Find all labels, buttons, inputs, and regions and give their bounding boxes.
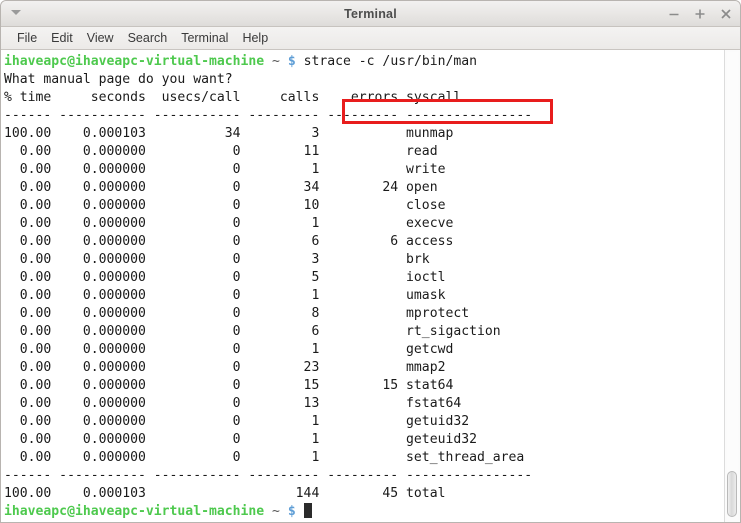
menu-item-terminal[interactable]: Terminal bbox=[174, 29, 235, 47]
table-total-row: 100.00 0.000103 144 45 total bbox=[4, 486, 446, 501]
table-row: 0.00 0.000000 0 13 fstat64 bbox=[4, 396, 462, 411]
table-row: 0.00 0.000000 0 1 geteuid32 bbox=[4, 432, 477, 447]
menu-item-file[interactable]: File bbox=[10, 29, 44, 47]
table-row: 0.00 0.000000 0 11 read bbox=[4, 144, 438, 159]
typed-command: strace -c /usr/bin/man bbox=[295, 54, 478, 69]
terminal-line-final-prompt: ihaveapc@ihaveapc-virtual-machine ~ $ bbox=[4, 503, 724, 521]
menu-item-search[interactable]: Search bbox=[121, 29, 175, 47]
scrollbar-trough[interactable] bbox=[727, 52, 738, 520]
close-icon[interactable] bbox=[718, 6, 734, 22]
prompt-symbol: $ bbox=[279, 54, 296, 69]
scrollbar-thumb[interactable] bbox=[727, 471, 737, 517]
menu-item-help[interactable]: Help bbox=[235, 29, 275, 47]
table-row: 100.00 0.000103 34 3 munmap bbox=[4, 126, 454, 141]
table-row: 0.00 0.000000 0 1 set_thread_area bbox=[4, 450, 525, 465]
table-separator-top: ------ ----------- ----------- ---------… bbox=[4, 108, 533, 123]
table-row: 0.00 0.000000 0 1 getcwd bbox=[4, 342, 454, 357]
prompt-path: ~ bbox=[264, 54, 280, 69]
window-menu-arrow-icon[interactable] bbox=[11, 10, 21, 15]
window-title: Terminal bbox=[344, 6, 397, 21]
table-row: 0.00 0.000000 0 5 ioctl bbox=[4, 270, 446, 285]
table-row: 0.00 0.000000 0 23 mmap2 bbox=[4, 360, 446, 375]
prompt-user-host: ihaveapc@ihaveapc-virtual-machine bbox=[4, 504, 265, 519]
table-row: 0.00 0.000000 0 1 write bbox=[4, 162, 446, 177]
terminal-body: ihaveapc@ihaveapc-virtual-machine ~ $ st… bbox=[1, 50, 740, 522]
terminal-scrollbar[interactable] bbox=[724, 50, 740, 522]
table-row: 0.00 0.000000 0 6 rt_sigaction bbox=[4, 324, 501, 339]
table-row: 0.00 0.000000 0 8 mprotect bbox=[4, 306, 470, 321]
table-header-row: % time seconds usecs/call calls errors s… bbox=[4, 90, 462, 105]
window-controls bbox=[666, 1, 734, 26]
table-row: 0.00 0.000000 0 1 getuid32 bbox=[4, 414, 470, 429]
prompt-path: ~ bbox=[264, 504, 280, 519]
table-row: 0.00 0.000000 0 15 15 stat64 bbox=[4, 378, 454, 393]
prompt-user-host: ihaveapc@ihaveapc-virtual-machine bbox=[4, 54, 265, 69]
maximize-icon[interactable] bbox=[692, 6, 708, 22]
table-row: 0.00 0.000000 0 1 umask bbox=[4, 288, 446, 303]
menu-item-view[interactable]: View bbox=[80, 29, 121, 47]
menu-item-edit[interactable]: Edit bbox=[44, 29, 80, 47]
terminal-output[interactable]: ihaveapc@ihaveapc-virtual-machine ~ $ st… bbox=[1, 50, 724, 522]
text-cursor bbox=[303, 503, 312, 518]
table-row: 0.00 0.000000 0 3 brk bbox=[4, 252, 430, 267]
table-row: 0.00 0.000000 0 10 close bbox=[4, 198, 446, 213]
minimize-icon[interactable] bbox=[666, 6, 682, 22]
table-row: 0.00 0.000000 0 1 execve bbox=[4, 216, 454, 231]
terminal-line-output: What manual page do you want? bbox=[4, 72, 233, 87]
table-row: 0.00 0.000000 0 34 24 open bbox=[4, 180, 438, 195]
menu-bar: File Edit View Search Terminal Help bbox=[1, 27, 740, 50]
table-separator-bottom: ------ ----------- ----------- ---------… bbox=[4, 468, 533, 483]
terminal-line-prompt-command: ihaveapc@ihaveapc-virtual-machine ~ $ st… bbox=[4, 53, 724, 71]
title-bar[interactable]: Terminal bbox=[1, 1, 740, 27]
terminal-window: Terminal File Edit View Search Terminal … bbox=[0, 0, 741, 523]
table-row: 0.00 0.000000 0 6 6 access bbox=[4, 234, 454, 249]
prompt-symbol: $ bbox=[279, 504, 296, 519]
